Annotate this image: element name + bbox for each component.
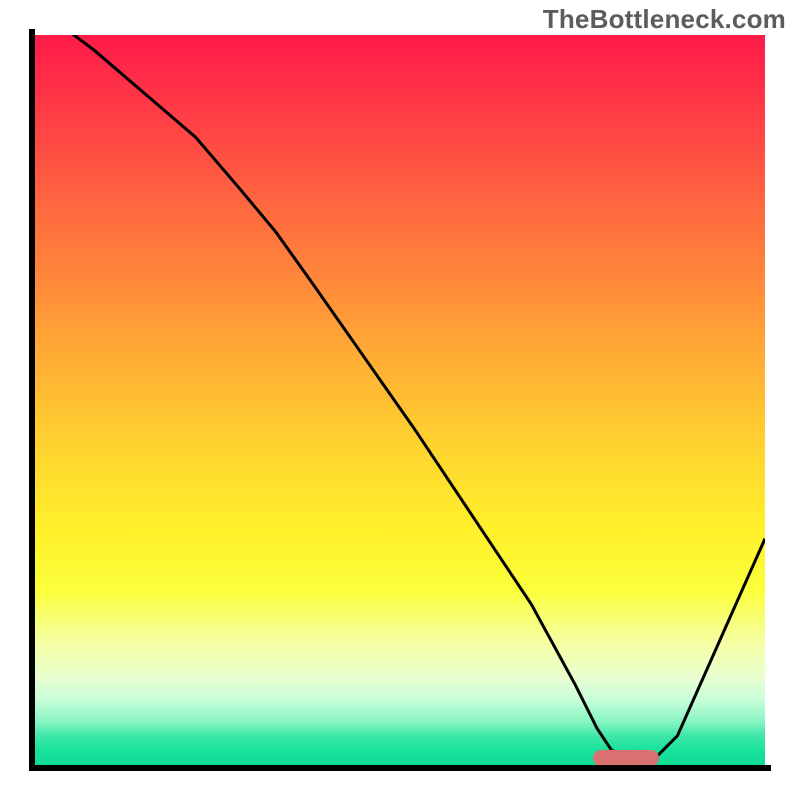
y-axis: [29, 29, 35, 771]
optimal-marker: [593, 750, 659, 765]
chart-container: TheBottleneck.com: [0, 0, 800, 800]
x-axis: [29, 765, 771, 771]
curve-layer: [35, 35, 765, 765]
chart-curve: [35, 35, 765, 758]
plot-area: [35, 35, 765, 765]
watermark-label: TheBottleneck.com: [543, 4, 786, 35]
